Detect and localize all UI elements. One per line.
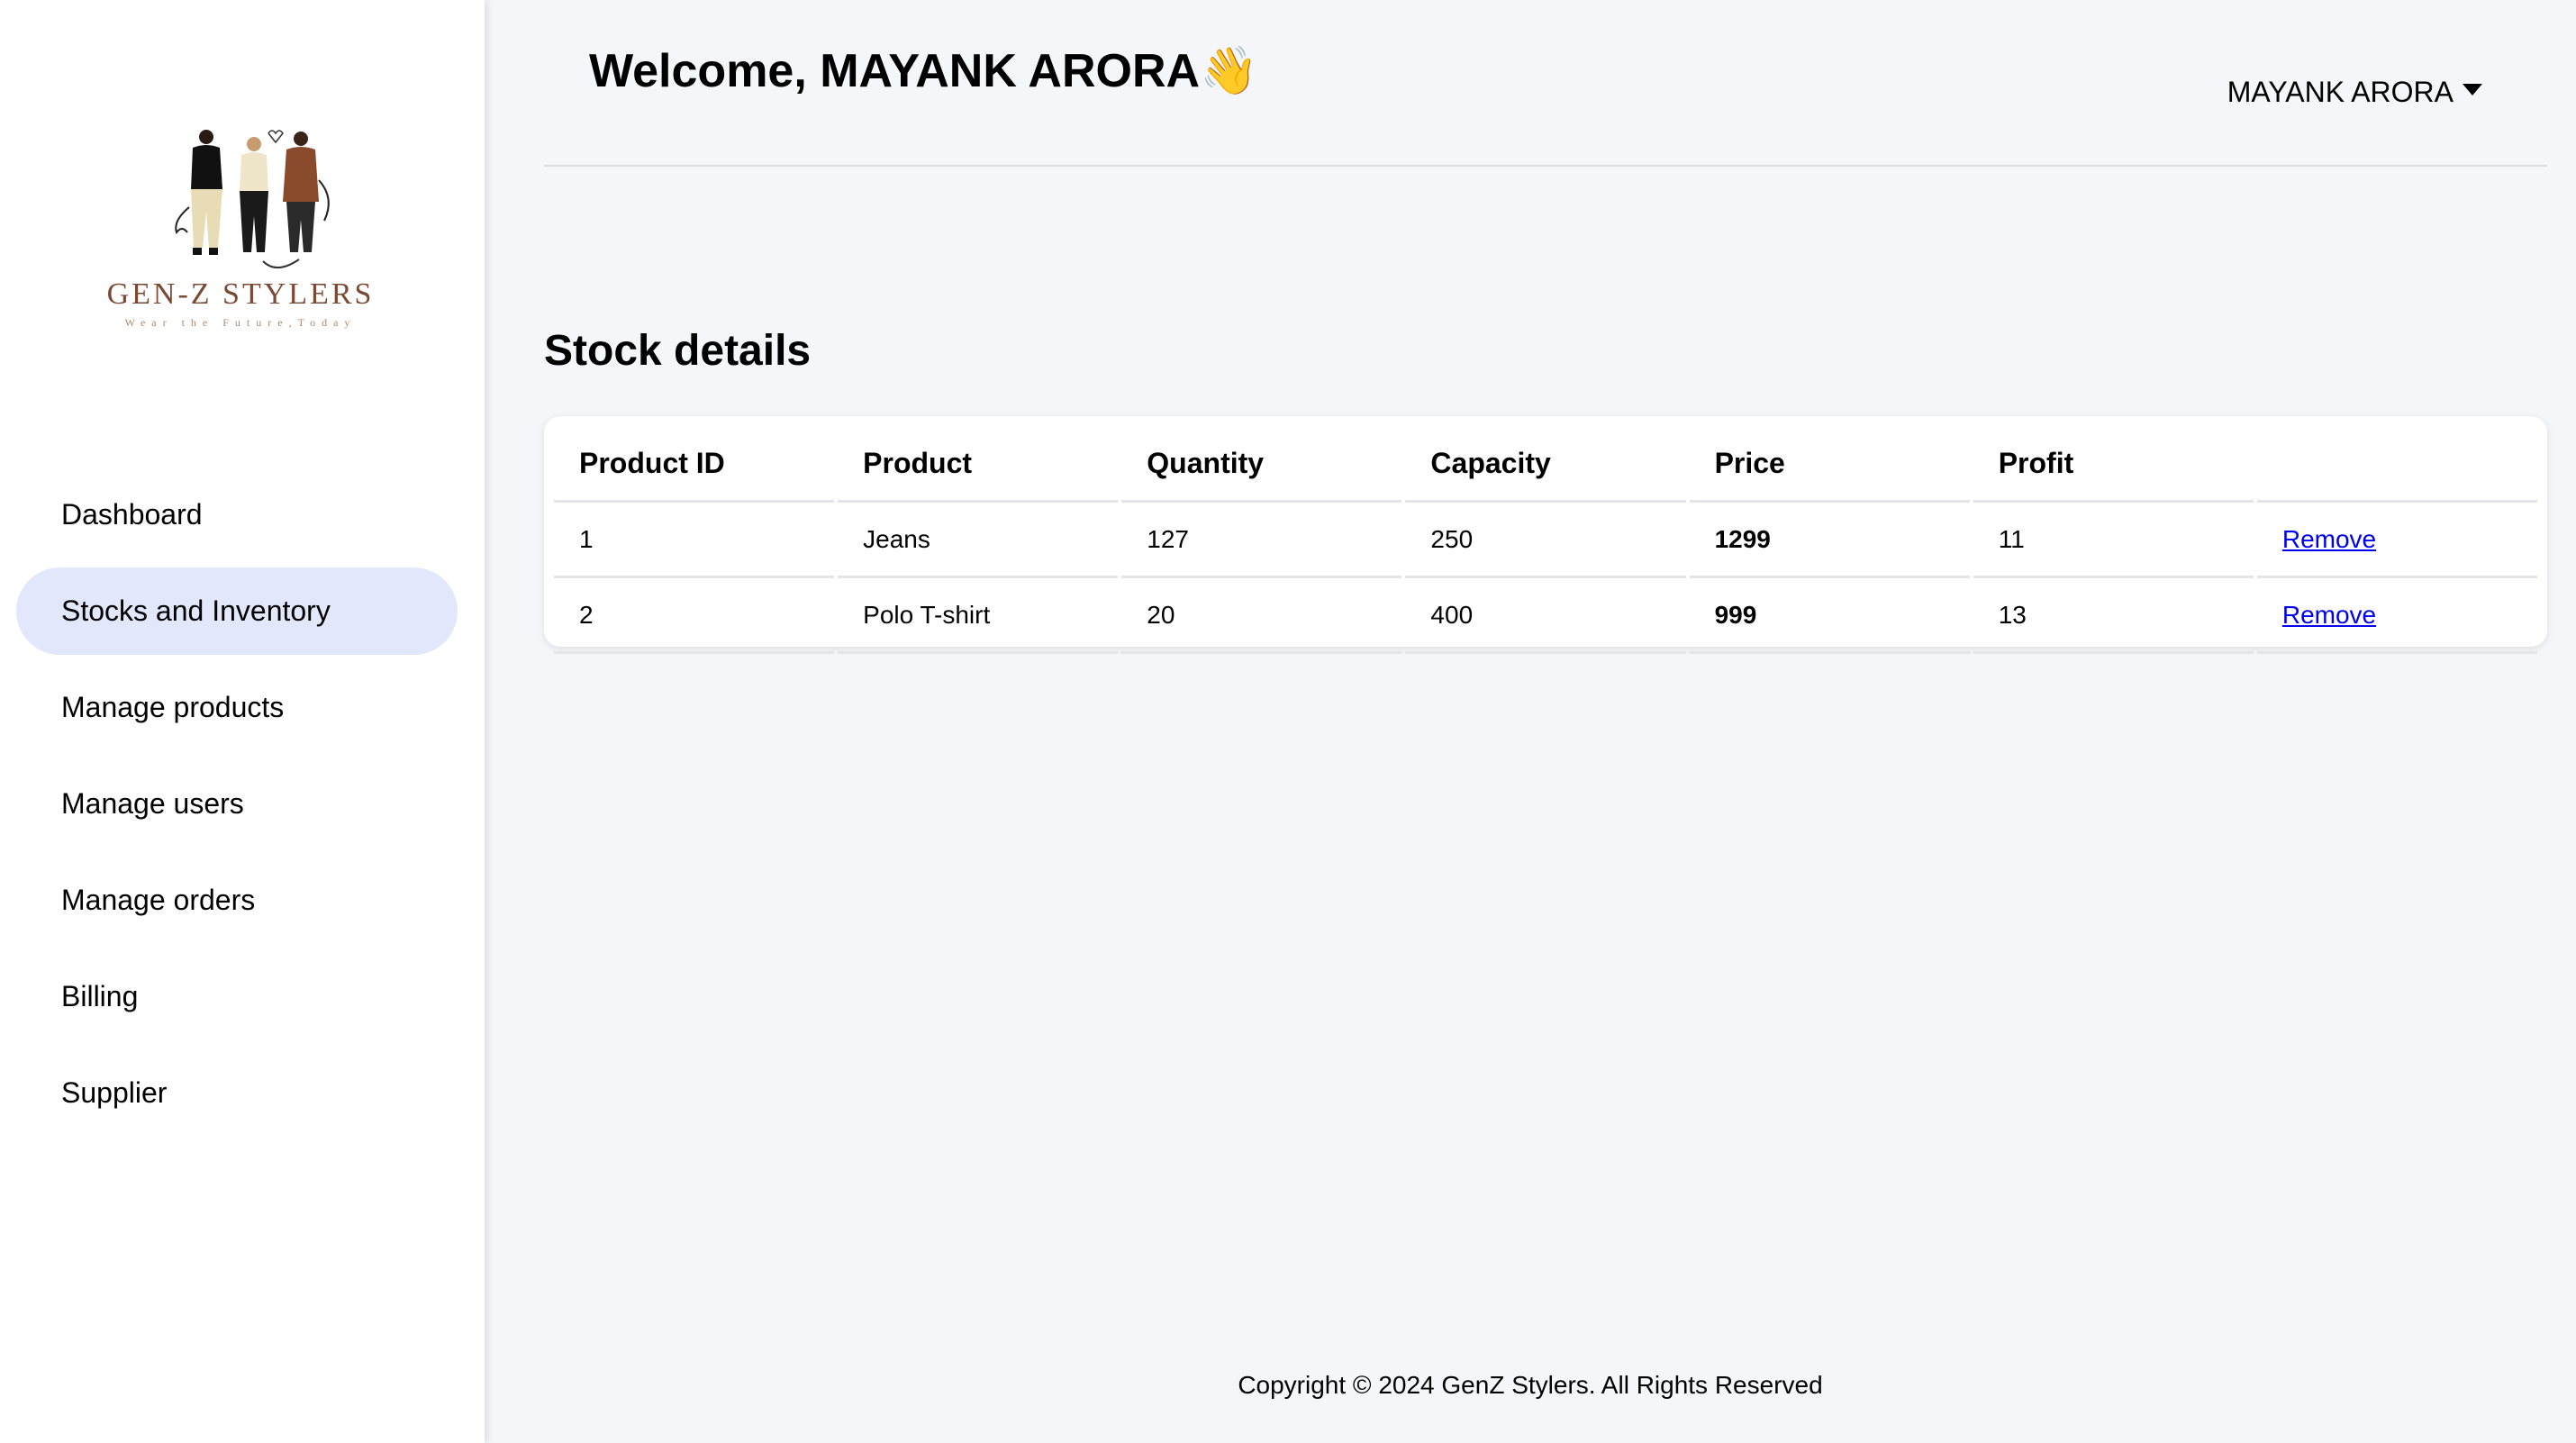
cell-quantity: 127	[1121, 503, 1402, 578]
remove-link[interactable]: Remove	[2282, 525, 2376, 553]
sidebar-item-label: Dashboard	[61, 498, 203, 531]
header-divider	[544, 165, 2547, 167]
sidebar-item-manage-products[interactable]: Manage products	[16, 664, 458, 751]
sidebar-nav: Dashboard Stocks and Inventory Manage pr…	[16, 471, 458, 1146]
brand-name: GEN-Z STYLERS	[107, 277, 375, 311]
cell-product: Jeans	[838, 503, 1119, 578]
table-header-row: Product ID Product Quantity Capacity Pri…	[554, 427, 2537, 503]
cell-action: Remove	[2256, 503, 2537, 578]
sidebar-item-label: Billing	[61, 980, 139, 1012]
cell-capacity: 250	[1405, 503, 1686, 578]
user-name: MAYANK ARORA	[2227, 76, 2454, 108]
sidebar-item-label: Manage users	[61, 787, 244, 820]
sidebar: GEN-Z STYLERS Wear the Future,Today Dash…	[0, 0, 485, 1443]
cell-profit: 13	[1973, 578, 2254, 654]
main-content: Welcome, MAYANK ARORA👋 MAYANK ARORA Stoc…	[485, 0, 2576, 1443]
sidebar-item-label: Stocks and Inventory	[61, 594, 331, 627]
cell-price: 1299	[1689, 503, 1970, 578]
column-header: Price	[1689, 427, 1970, 503]
cell-price: 999	[1689, 578, 1970, 654]
sidebar-item-billing[interactable]: Billing	[16, 953, 458, 1040]
caret-down-icon	[2463, 84, 2482, 95]
stock-table-card: Product ID Product Quantity Capacity Pri…	[544, 416, 2547, 654]
table-row: 1 Jeans 127 250 1299 11 Remove	[554, 503, 2537, 578]
cell-profit: 11	[1973, 503, 2254, 578]
column-header: Product ID	[554, 427, 835, 503]
cell-quantity: 20	[1121, 578, 1402, 654]
sidebar-item-label: Manage products	[61, 691, 285, 723]
sidebar-item-label: Supplier	[61, 1076, 168, 1109]
cell-action: Remove	[2256, 578, 2537, 654]
sidebar-item-stocks-and-inventory[interactable]: Stocks and Inventory	[16, 567, 458, 655]
sidebar-item-dashboard[interactable]: Dashboard	[16, 471, 458, 558]
cell-capacity: 400	[1405, 578, 1686, 654]
user-menu-button[interactable]: MAYANK ARORA	[2227, 76, 2482, 109]
column-header: Capacity	[1405, 427, 1686, 503]
page-title: Stock details	[544, 327, 812, 375]
footer-copyright: Copyright © 2024 GenZ Stylers. All Right…	[1238, 1371, 1823, 1399]
column-header: Quantity	[1121, 427, 1402, 503]
sidebar-item-manage-users[interactable]: Manage users	[16, 760, 458, 848]
cell-product-id: 1	[554, 503, 835, 578]
sidebar-item-supplier[interactable]: Supplier	[16, 1049, 458, 1137]
column-header: Product	[838, 427, 1119, 503]
table-row: 2 Polo T-shirt 20 400 999 13 Remove	[554, 578, 2537, 654]
cell-product: Polo T-shirt	[838, 578, 1119, 654]
cell-product-id: 2	[554, 578, 835, 654]
brand-logo[interactable]: GEN-Z STYLERS Wear the Future,Today	[83, 126, 398, 342]
brand-logo-illustration: GEN-Z STYLERS Wear the Future,Today	[107, 130, 375, 329]
column-header	[2256, 427, 2537, 503]
stock-table: Product ID Product Quantity Capacity Pri…	[550, 427, 2541, 654]
brand-tagline: Wear the Future,Today	[125, 316, 357, 329]
column-header: Profit	[1973, 427, 2254, 503]
sidebar-item-manage-orders[interactable]: Manage orders	[16, 857, 458, 944]
sidebar-item-label: Manage orders	[61, 884, 256, 916]
welcome-heading: Welcome, MAYANK ARORA👋	[589, 45, 1258, 97]
remove-link[interactable]: Remove	[2282, 601, 2376, 629]
